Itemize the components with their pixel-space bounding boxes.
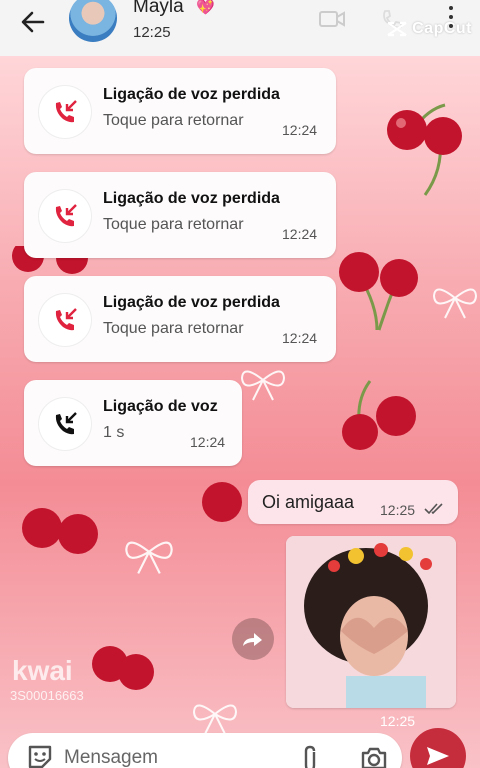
image-message-time: 12:25 bbox=[380, 713, 416, 729]
chat-header: Mayla 💖 12:25 CapCut bbox=[0, 0, 480, 56]
missed-call-icon bbox=[55, 100, 77, 123]
double-check-icon bbox=[424, 503, 443, 515]
back-button[interactable] bbox=[18, 8, 48, 36]
message-time: 12:25 bbox=[380, 502, 416, 518]
message-text: Oi amigaaa bbox=[262, 492, 355, 512]
call-time: 12:24 bbox=[282, 122, 318, 138]
capcut-label: CapCut bbox=[412, 20, 472, 37]
cherry-decoration bbox=[342, 380, 416, 450]
send-icon bbox=[427, 747, 449, 765]
bow-decoration bbox=[125, 541, 173, 574]
cherry-decoration bbox=[202, 482, 242, 522]
call-title: Ligação de voz perdida bbox=[103, 190, 280, 207]
heart-emoji: 💖 bbox=[196, 0, 215, 16]
cherry-decoration bbox=[339, 252, 418, 331]
cherry-decoration bbox=[92, 646, 154, 690]
capcut-watermark: CapCut bbox=[386, 20, 472, 38]
call-subtitle: Toque para retornar bbox=[103, 112, 244, 129]
bow-decoration bbox=[432, 288, 478, 319]
message-composer bbox=[8, 733, 402, 768]
call-title: Ligação de voz perdida bbox=[103, 294, 280, 311]
photo-thumbnail bbox=[286, 536, 456, 708]
video-call-icon[interactable] bbox=[318, 8, 346, 30]
image-message[interactable] bbox=[286, 536, 456, 708]
bow-decoration bbox=[240, 370, 286, 401]
call-card-2[interactable]: Ligação de voz perdida Toque para retorn… bbox=[24, 172, 336, 258]
cherry-decoration bbox=[387, 103, 462, 196]
call-icon-circle bbox=[39, 294, 91, 346]
call-subtitle: Toque para retornar bbox=[103, 320, 244, 337]
call-card-3[interactable]: Ligação de voz perdida Toque para retorn… bbox=[24, 276, 336, 362]
call-subtitle: 1 s bbox=[103, 424, 125, 441]
arrow-left-icon bbox=[21, 11, 45, 33]
message-input[interactable] bbox=[64, 745, 284, 768]
call-subtitle: Toque para retornar bbox=[103, 216, 244, 233]
avatar[interactable] bbox=[69, 0, 117, 42]
missed-call-icon bbox=[55, 204, 77, 227]
camera-icon[interactable] bbox=[360, 745, 388, 768]
contact-name[interactable]: Mayla bbox=[133, 0, 184, 18]
more-options-icon[interactable] bbox=[447, 6, 455, 28]
call-time: 12:24 bbox=[190, 434, 226, 450]
outgoing-message[interactable]: Oi amigaaa 12:25 bbox=[248, 480, 458, 524]
capcut-logo-icon bbox=[387, 21, 407, 37]
call-icon-circle bbox=[39, 398, 91, 450]
call-card-1[interactable]: Ligação de voz perdida Toque para retorn… bbox=[24, 68, 336, 154]
call-icon-circle bbox=[39, 190, 91, 242]
forward-icon bbox=[243, 633, 262, 646]
kwai-id: 3S00016663 bbox=[10, 688, 84, 703]
call-title: Ligação de voz bbox=[103, 398, 218, 415]
forward-button[interactable] bbox=[232, 618, 274, 660]
emoji-sticker-icon[interactable] bbox=[26, 743, 54, 768]
paperclip-icon[interactable] bbox=[300, 745, 320, 768]
call-icon-circle bbox=[39, 86, 91, 138]
missed-call-icon bbox=[55, 308, 77, 331]
bow-decoration bbox=[192, 704, 238, 735]
cherry-decoration bbox=[22, 508, 98, 554]
call-time: 12:24 bbox=[282, 226, 318, 242]
incoming-call-icon bbox=[55, 412, 77, 435]
contact-status: 12:25 bbox=[133, 24, 171, 41]
call-card-4[interactable]: Ligação de voz 1 s 12:24 bbox=[24, 380, 242, 466]
kwai-watermark: kwai bbox=[12, 655, 73, 686]
call-time: 12:24 bbox=[282, 330, 318, 346]
call-title: Ligação de voz perdida bbox=[103, 86, 280, 103]
